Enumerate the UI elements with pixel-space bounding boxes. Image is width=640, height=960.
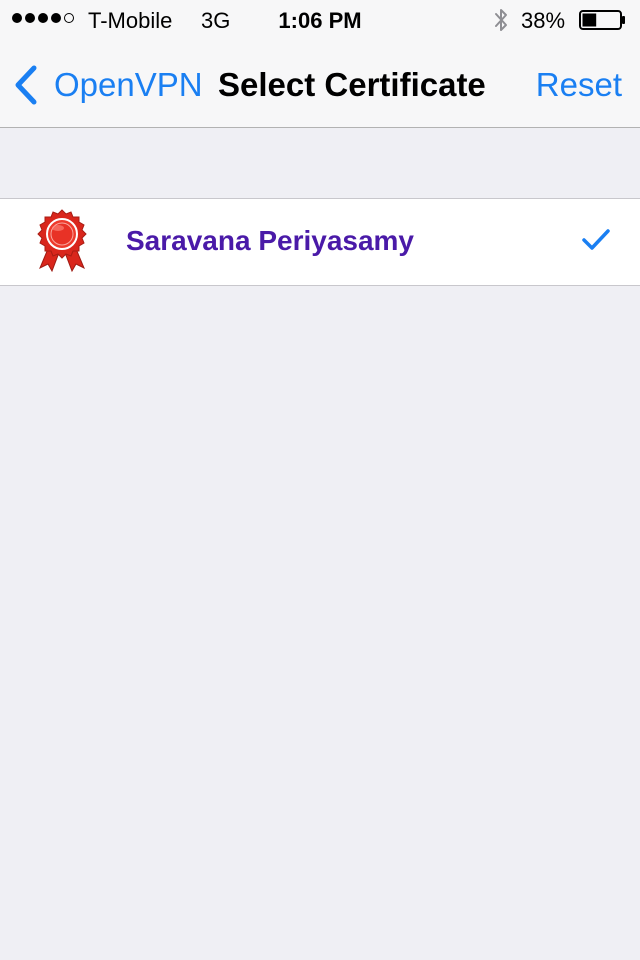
- page-title: Select Certificate: [218, 66, 486, 103]
- navigation-bar: OpenVPN Select Certificate Reset: [0, 40, 640, 128]
- back-button-label: OpenVPN: [54, 66, 203, 103]
- certificate-name: Saravana Periyasamy: [126, 225, 414, 256]
- chevron-left-icon: [15, 65, 37, 105]
- battery-icon: [579, 10, 625, 30]
- back-button[interactable]: OpenVPN: [12, 62, 203, 108]
- status-bar: T-Mobile 3G 1:06 PM 38%: [0, 0, 640, 40]
- certificate-ribbon-icon: [37, 209, 87, 272]
- bluetooth-icon: [495, 9, 507, 31]
- battery-percent: 38%: [521, 8, 566, 33]
- certificate-row[interactable]: Saravana Periyasamy: [0, 198, 640, 286]
- checkmark-icon: [582, 229, 610, 250]
- reset-button[interactable]: Reset: [536, 66, 622, 104]
- screen: T-Mobile 3G 1:06 PM 38% OpenVPN Select C…: [0, 0, 640, 960]
